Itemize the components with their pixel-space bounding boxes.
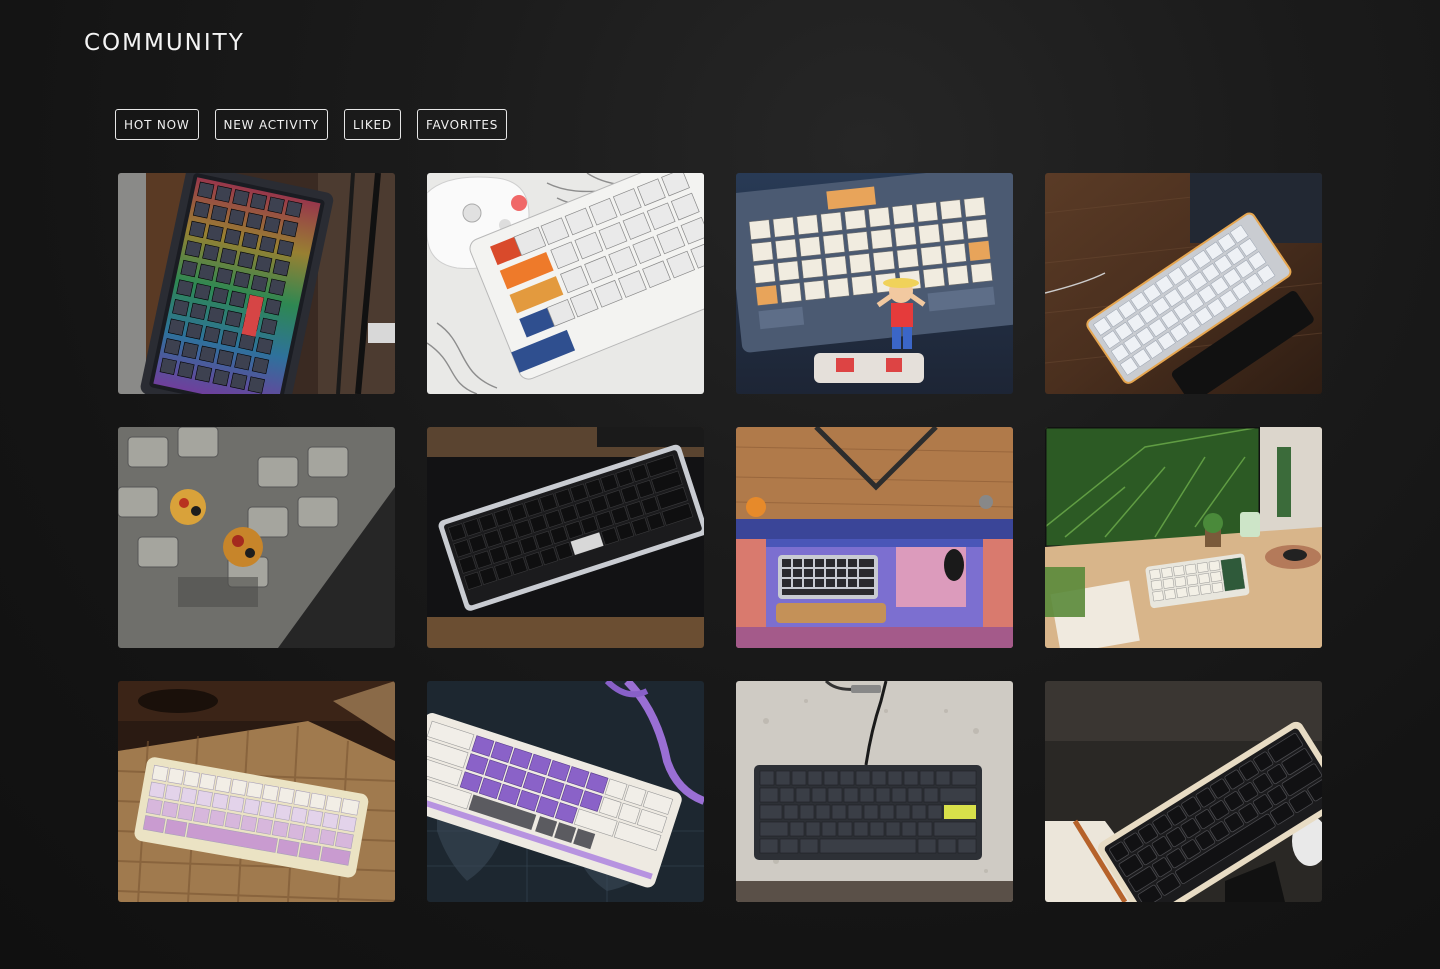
pink-keyboard-woven-mat-photo [118,681,395,902]
gallery-item[interactable] [1045,427,1322,648]
gallery-item[interactable] [427,681,704,902]
gallery-item[interactable] [427,427,704,648]
gallery-item[interactable] [427,173,704,394]
green-desk-setup-photo [1045,427,1322,648]
gallery-item[interactable] [118,427,395,648]
gallery-item[interactable] [736,427,1013,648]
filter-new-activity-button[interactable]: NEW ACTIVITY [214,109,329,140]
grey-keyboard-granite-photo [736,681,1013,902]
gallery-item[interactable] [736,681,1013,902]
black-keyboard-silver-case-photo [427,427,704,648]
community-gallery [118,173,1322,902]
filter-liked-button[interactable]: LIKED [344,109,401,140]
gallery-item[interactable] [736,173,1013,394]
rgb-keyboard-photo [118,173,395,394]
artisan-keycaps-photo [118,427,395,648]
gallery-item[interactable] [1045,681,1322,902]
figure-keyboard-photo [736,173,1013,394]
page-title: COMMUNITY [84,30,245,56]
filter-favorites-button[interactable]: FAVORITES [416,109,508,140]
purple-keyboard-map-photo [427,681,704,902]
gallery-item[interactable] [1045,173,1322,394]
black-keyboard-cream-case-photo [1045,681,1322,902]
filter-bar: HOT NOW NEW ACTIVITY LIKED FAVORITES [115,109,508,140]
white-keyboard-wristrest-photo [1045,173,1322,394]
gallery-item[interactable] [118,173,395,394]
filter-hot-now-button[interactable]: HOT NOW [115,109,199,140]
blue-desk-setup-photo [736,427,1013,648]
gallery-item[interactable] [118,681,395,902]
white-keyboard-controller-photo [427,173,704,394]
